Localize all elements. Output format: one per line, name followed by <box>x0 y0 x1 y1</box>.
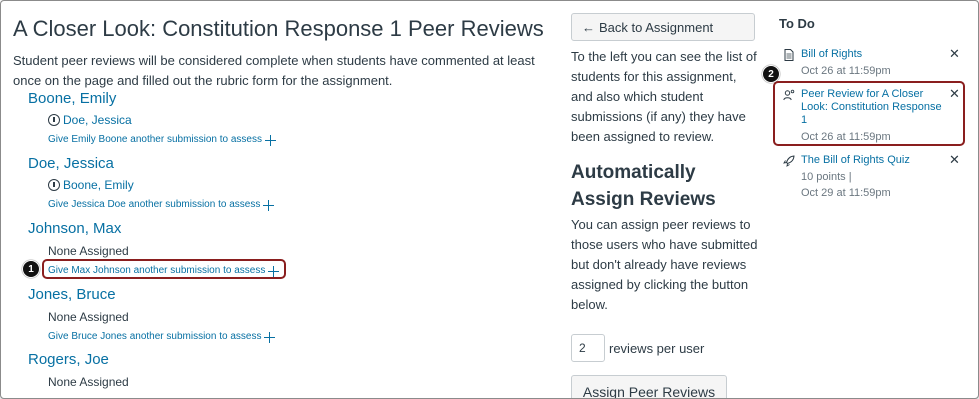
todo-item-points: 10 points | <box>801 171 852 183</box>
give-submission-link[interactable]: Give Emily Boone another submission to a… <box>48 133 276 147</box>
document-icon <box>784 49 794 61</box>
callout-highlight-2 <box>773 81 965 146</box>
student-name[interactable]: Johnson, Max <box>28 219 279 239</box>
callout-highlight-1 <box>42 259 286 279</box>
plus-icon <box>263 199 275 211</box>
callout-badge-1: 1 <box>22 260 40 278</box>
auto-assign-heading: Automatically Assign Reviews <box>571 162 716 210</box>
student-name[interactable]: Boone, Emily <box>28 89 276 109</box>
give-submission-label: Give Emily Boone another submission to a… <box>48 134 262 145</box>
peer-review-icon <box>48 114 60 126</box>
reviews-per-user-input[interactable] <box>571 334 605 362</box>
assessor-link[interactable]: Boone, Emily <box>48 176 274 194</box>
none-assigned-label: None Assigned <box>48 375 129 389</box>
student-row: Rogers, Joe None Assigned <box>28 350 129 391</box>
none-assigned-label: None Assigned <box>48 310 129 324</box>
assessor-name: Doe, Jessica <box>63 113 132 127</box>
peer-review-sidebar: ← Back to Assignment To the left you can… <box>571 13 761 398</box>
student-row: Jones, Bruce None Assigned Give Bruce Jo… <box>28 285 276 344</box>
student-row: Doe, Jessica Boone, Emily Give Jessica D… <box>28 154 275 212</box>
assessor-name: Boone, Emily <box>63 178 134 192</box>
sidebar-info-text: To the left you can see the list of stud… <box>571 49 757 144</box>
reviews-per-user-row: reviews per user <box>571 334 761 362</box>
todo-heading: To Do <box>779 16 815 31</box>
intro-text: Student peer reviews will be considered … <box>13 53 535 88</box>
close-icon[interactable]: ✕ <box>949 47 960 61</box>
todo-item: Bill of Rights Oct 26 at 11:59pm ✕ <box>781 47 971 81</box>
back-to-assignment-button[interactable]: ← Back to Assignment <box>571 13 755 41</box>
rocket-icon <box>783 155 795 167</box>
todo-item-due: Oct 26 at 11:59pm <box>801 65 891 77</box>
student-row: Boone, Emily Doe, Jessica Give Emily Boo… <box>28 89 276 147</box>
page-title: A Closer Look: Constitution Response 1 P… <box>13 16 544 41</box>
canvas-window: A Closer Look: Constitution Response 1 P… <box>0 0 979 399</box>
give-submission-label: Give Jessica Doe another submission to a… <box>48 199 261 210</box>
plus-icon <box>265 134 276 146</box>
assign-peer-reviews-button[interactable]: Assign Peer Reviews <box>571 375 727 398</box>
todo-item-due: Oct 29 at 11:59pm <box>801 187 891 199</box>
todo-list: To Do <box>779 15 969 33</box>
give-submission-link[interactable]: Give Jessica Doe another submission to a… <box>48 198 275 212</box>
reviews-per-user-label: reviews per user <box>609 340 705 356</box>
todo-item-title[interactable]: The Bill of Rights Quiz <box>801 154 941 167</box>
auto-assign-text: You can assign peer reviews to those use… <box>571 217 758 312</box>
student-name[interactable]: Rogers, Joe <box>28 350 129 370</box>
peer-reviews-main: A Closer Look: Constitution Response 1 P… <box>13 15 544 91</box>
give-submission-link[interactable]: Give Bruce Jones another submission to a… <box>48 330 276 344</box>
todo-item-title[interactable]: Bill of Rights <box>801 48 941 61</box>
plus-icon <box>264 331 276 343</box>
close-icon[interactable]: ✕ <box>949 153 960 167</box>
back-to-assignment-label: Back to Assignment <box>599 19 714 35</box>
callout-badge-2: 2 <box>762 65 780 83</box>
student-name[interactable]: Doe, Jessica <box>28 154 274 174</box>
give-submission-label: Give Bruce Jones another submission to a… <box>48 331 262 342</box>
peer-review-icon <box>48 179 60 191</box>
none-assigned-label: None Assigned <box>48 244 129 258</box>
student-name[interactable]: Jones, Bruce <box>28 285 275 305</box>
todo-item: The Bill of Rights Quiz 10 points | Oct … <box>781 153 971 203</box>
assessor-link[interactable]: Doe, Jessica <box>48 111 276 129</box>
arrow-left-icon: ← <box>582 19 595 35</box>
